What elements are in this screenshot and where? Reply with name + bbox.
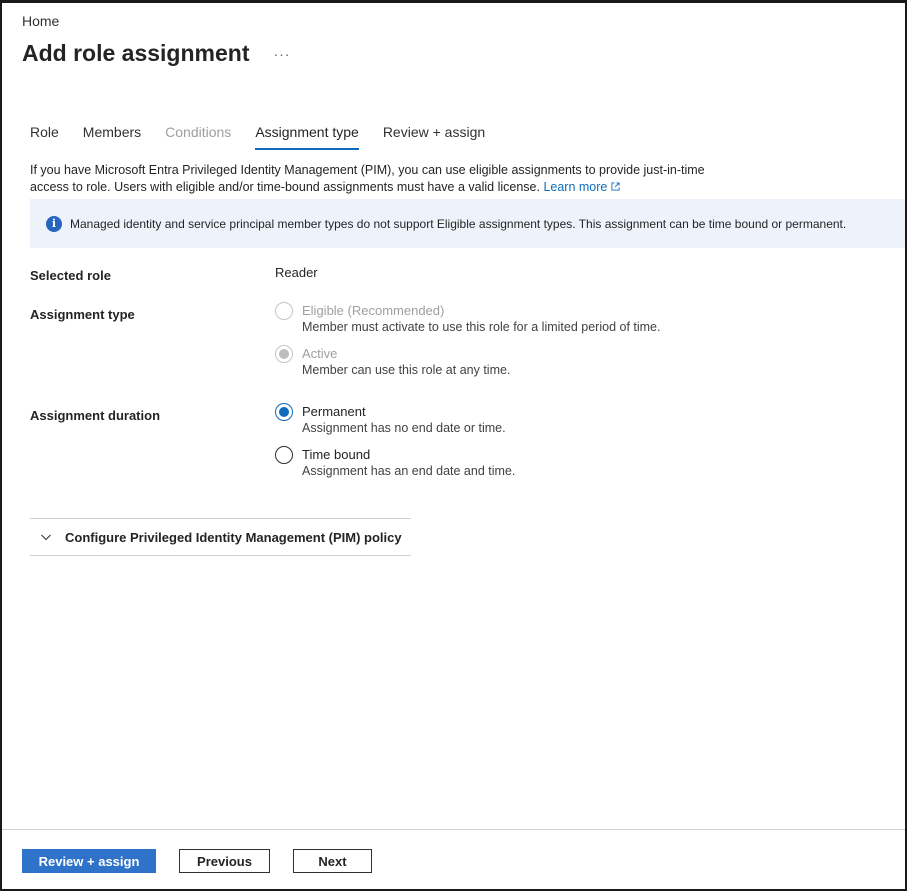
radio-active-label: Active bbox=[302, 346, 338, 361]
radio-time-bound-circle[interactable] bbox=[275, 446, 293, 464]
radio-active-circle bbox=[275, 345, 293, 363]
assignment-duration-radio-group: Permanent Assignment has no end date or … bbox=[275, 403, 515, 480]
title-row: Add role assignment ··· bbox=[22, 40, 290, 67]
more-options-button[interactable]: ··· bbox=[273, 46, 290, 62]
radio-active: Active Member can use this role at any t… bbox=[275, 345, 660, 379]
intro-description: If you have Microsoft Entra Privileged I… bbox=[30, 162, 710, 196]
radio-time-bound-label[interactable]: Time bound bbox=[302, 446, 515, 463]
radio-eligible-description: Member must activate to use this role fo… bbox=[302, 320, 661, 334]
assignment-duration-label: Assignment duration bbox=[30, 408, 161, 423]
radio-permanent-description: Assignment has no end date or time. bbox=[302, 421, 506, 435]
pim-policy-accordion[interactable]: Configure Privileged Identity Management… bbox=[30, 518, 411, 556]
chevron-down-icon bbox=[41, 534, 51, 541]
selected-role-value: Reader bbox=[275, 265, 318, 280]
radio-time-bound[interactable]: Time bound Assignment has an end date an… bbox=[275, 446, 515, 480]
breadcrumb-home[interactable]: Home bbox=[22, 13, 59, 29]
external-link-icon bbox=[611, 182, 620, 191]
info-message-text: Managed identity and service principal m… bbox=[70, 216, 847, 231]
radio-permanent-label[interactable]: Permanent bbox=[302, 403, 506, 420]
pim-policy-accordion-label: Configure Privileged Identity Management… bbox=[65, 529, 402, 545]
tab-assignment-type[interactable]: Assignment type bbox=[255, 124, 359, 150]
radio-time-bound-description: Assignment has an end date and time. bbox=[302, 464, 516, 478]
radio-active-description: Member can use this role at any time. bbox=[302, 363, 511, 377]
next-button[interactable]: Next bbox=[293, 849, 372, 873]
learn-more-label: Learn more bbox=[543, 180, 608, 194]
assignment-type-label: Assignment type bbox=[30, 307, 135, 322]
radio-eligible-circle bbox=[275, 302, 293, 320]
previous-button[interactable]: Previous bbox=[179, 849, 270, 873]
radio-eligible-label: Eligible (Recommended) bbox=[302, 303, 445, 318]
learn-more-link[interactable]: Learn more bbox=[543, 180, 620, 194]
tab-members[interactable]: Members bbox=[83, 124, 141, 150]
radio-eligible: Eligible (Recommended) Member must activ… bbox=[275, 302, 660, 336]
radio-active-dot bbox=[279, 349, 289, 359]
radio-permanent-circle[interactable] bbox=[275, 403, 293, 421]
review-assign-button[interactable]: Review + assign bbox=[22, 849, 156, 873]
info-icon: i bbox=[46, 215, 62, 232]
wizard-tabs: Role Members Conditions Assignment type … bbox=[30, 124, 509, 150]
selected-role-label: Selected role bbox=[30, 268, 111, 283]
assignment-type-radio-group: Eligible (Recommended) Member must activ… bbox=[275, 302, 660, 379]
tab-conditions: Conditions bbox=[165, 124, 232, 140]
radio-permanent[interactable]: Permanent Assignment has no end date or … bbox=[275, 403, 515, 437]
footer-divider bbox=[2, 829, 905, 830]
tab-review-assign[interactable]: Review + assign bbox=[383, 124, 485, 150]
info-message-bar: i Managed identity and service principal… bbox=[30, 199, 905, 248]
tab-role[interactable]: Role bbox=[30, 124, 59, 150]
page-title: Add role assignment bbox=[22, 40, 250, 66]
radio-permanent-dot bbox=[279, 407, 289, 417]
